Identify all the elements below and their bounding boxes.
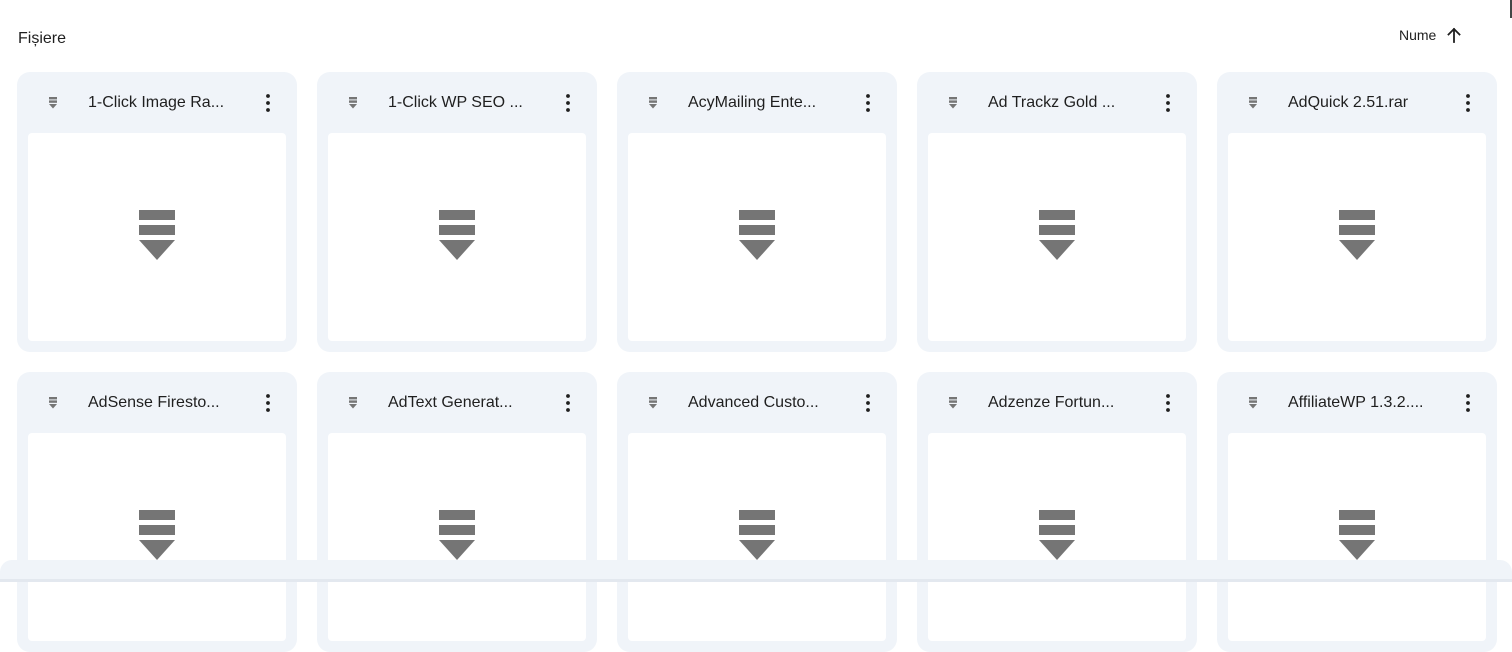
file-card[interactable]: Adzenze Fortun... <box>917 372 1197 652</box>
file-card[interactable]: Ad Trackz Gold ... <box>917 72 1197 352</box>
archive-icon <box>139 210 175 260</box>
more-options-button[interactable] <box>255 88 281 118</box>
archive-icon <box>947 396 959 410</box>
more-vert-icon <box>1166 94 1170 112</box>
file-card-header: 1-Click WP SEO ... <box>317 72 597 133</box>
file-thumbnail <box>28 133 286 341</box>
file-card-header: AffiliateWP 1.3.2.... <box>1217 372 1497 433</box>
file-card-header: AdText Generat... <box>317 372 597 433</box>
bottom-panel <box>0 560 1512 582</box>
archive-icon <box>1247 96 1259 110</box>
file-thumbnail <box>1228 133 1486 341</box>
archive-icon <box>647 396 659 410</box>
archive-icon <box>1039 210 1075 260</box>
archive-icon <box>947 96 959 110</box>
archive-icon <box>139 510 175 560</box>
sort-label: Nume <box>1399 27 1437 43</box>
more-vert-icon <box>1466 394 1470 412</box>
file-thumbnail <box>328 433 586 641</box>
file-name: AdText Generat... <box>388 394 513 411</box>
more-vert-icon <box>866 394 870 412</box>
file-name: Adzenze Fortun... <box>988 394 1115 411</box>
more-options-button[interactable] <box>555 88 581 118</box>
file-thumbnail <box>328 133 586 341</box>
archive-icon <box>647 96 659 110</box>
file-card[interactable]: AdText Generat... <box>317 372 597 652</box>
archive-icon <box>439 510 475 560</box>
file-card-header: Adzenze Fortun... <box>917 372 1197 433</box>
file-thumbnail <box>928 433 1186 641</box>
archive-icon <box>47 96 59 110</box>
file-thumbnail <box>628 133 886 341</box>
file-card-header: 1-Click Image Ra... <box>17 72 297 133</box>
archive-icon <box>739 210 775 260</box>
file-card-header: AdSense Firesto... <box>17 372 297 433</box>
file-thumbnail <box>628 433 886 641</box>
section-title: Fișiere <box>18 30 67 47</box>
more-options-button[interactable] <box>1455 388 1481 418</box>
file-card[interactable]: AdSense Firesto... <box>17 372 297 652</box>
file-thumbnail <box>1228 433 1486 641</box>
file-thumbnail <box>928 133 1186 341</box>
more-options-button[interactable] <box>1455 88 1481 118</box>
archive-icon <box>347 396 359 410</box>
more-options-button[interactable] <box>855 388 881 418</box>
sort-button[interactable]: Nume <box>1399 22 1462 48</box>
file-card[interactable]: 1-Click WP SEO ... <box>317 72 597 352</box>
file-card[interactable]: AdQuick 2.51.rar <box>1217 72 1497 352</box>
file-card-header: Advanced Custo... <box>617 372 897 433</box>
file-card[interactable]: AffiliateWP 1.3.2.... <box>1217 372 1497 652</box>
more-options-button[interactable] <box>555 388 581 418</box>
file-card-header: Ad Trackz Gold ... <box>917 72 1197 133</box>
file-name: 1-Click WP SEO ... <box>388 94 523 111</box>
archive-icon <box>1247 396 1259 410</box>
archive-icon <box>47 396 59 410</box>
archive-icon <box>347 96 359 110</box>
archive-icon <box>1339 510 1375 560</box>
arrow-up-icon <box>1446 27 1462 43</box>
file-name: 1-Click Image Ra... <box>88 94 225 111</box>
more-options-button[interactable] <box>1155 88 1181 118</box>
archive-icon <box>1039 510 1075 560</box>
more-vert-icon <box>1466 94 1470 112</box>
archive-icon <box>1339 210 1375 260</box>
file-name: Ad Trackz Gold ... <box>988 94 1116 111</box>
file-name: AcyMailing Ente... <box>688 94 817 111</box>
file-card-header: AcyMailing Ente... <box>617 72 897 133</box>
file-thumbnail <box>28 433 286 641</box>
more-options-button[interactable] <box>1155 388 1181 418</box>
archive-icon <box>739 510 775 560</box>
file-card[interactable]: Advanced Custo... <box>617 372 897 652</box>
more-vert-icon <box>266 394 270 412</box>
more-options-button[interactable] <box>255 388 281 418</box>
file-name: Advanced Custo... <box>688 394 819 411</box>
file-card[interactable]: AcyMailing Ente... <box>617 72 897 352</box>
file-name: AdSense Firesto... <box>88 394 220 411</box>
more-vert-icon <box>866 94 870 112</box>
more-vert-icon <box>566 94 570 112</box>
more-vert-icon <box>566 394 570 412</box>
more-options-button[interactable] <box>855 88 881 118</box>
file-name: AffiliateWP 1.3.2.... <box>1288 394 1424 411</box>
archive-icon <box>439 210 475 260</box>
more-vert-icon <box>266 94 270 112</box>
file-card-header: AdQuick 2.51.rar <box>1217 72 1497 133</box>
file-card[interactable]: 1-Click Image Ra... <box>17 72 297 352</box>
more-vert-icon <box>1166 394 1170 412</box>
file-name: AdQuick 2.51.rar <box>1288 94 1409 111</box>
